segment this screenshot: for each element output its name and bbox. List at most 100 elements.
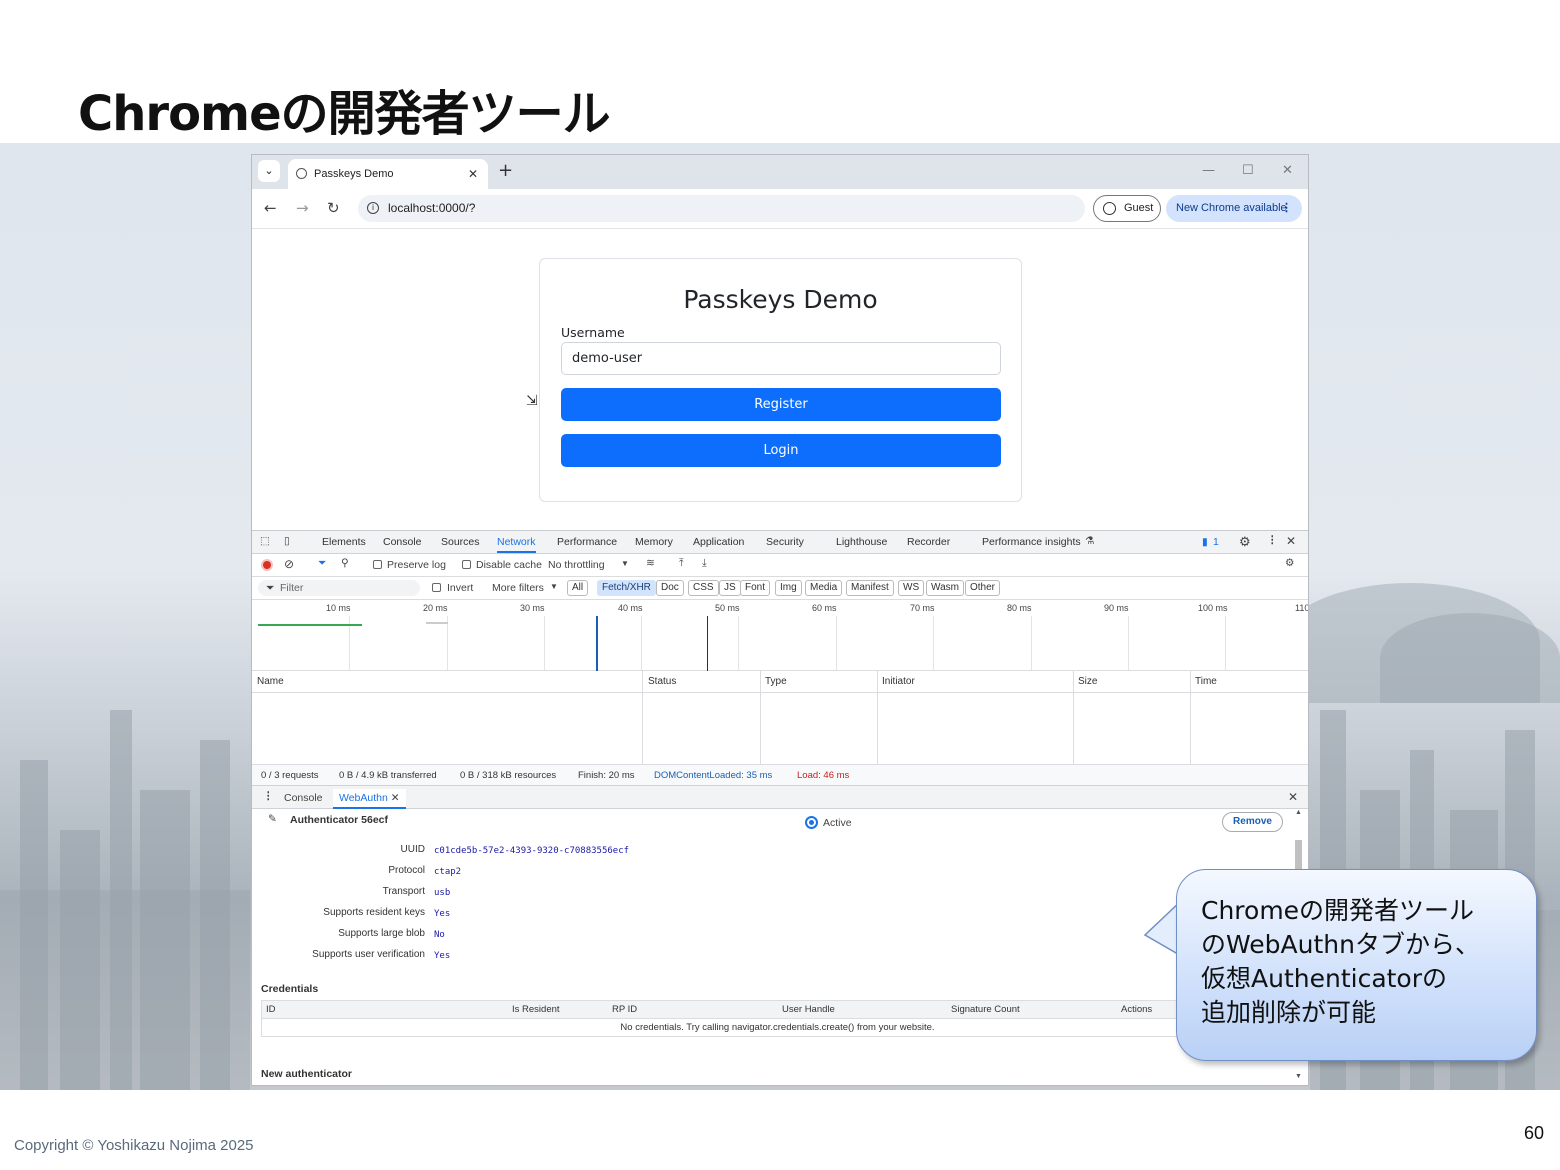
filter-ws[interactable]: WS [898, 580, 925, 596]
username-input[interactable]: demo-user [561, 342, 1001, 375]
timeline-tick: 20 ms [423, 603, 448, 613]
network-conditions-icon[interactable]: ≋ [646, 557, 655, 569]
tab-search-dropdown-icon[interactable]: ⌄ [258, 160, 280, 182]
filter-font[interactable]: Font [740, 580, 771, 596]
credentials-heading: Credentials [261, 983, 319, 995]
search-icon[interactable]: ⚲ [341, 557, 349, 569]
tab-memory[interactable]: Memory [635, 536, 673, 548]
new-tab-button[interactable]: + [498, 160, 513, 181]
close-drawer-icon[interactable]: ✕ [1288, 790, 1298, 804]
inspect-element-icon[interactable]: ⬚ [260, 535, 270, 547]
disable-cache-checkbox[interactable] [462, 560, 471, 569]
drawer-menu-icon[interactable]: ⋮ [263, 790, 274, 802]
column-name[interactable]: Name [257, 676, 284, 687]
tab-performance[interactable]: Performance [557, 536, 617, 548]
site-info-icon[interactable]: i [367, 202, 379, 214]
url-text: localhost:0000/? [388, 201, 476, 215]
edit-pencil-icon[interactable]: ✎ [268, 813, 277, 825]
login-button[interactable]: Login [561, 434, 1001, 467]
column-initiator[interactable]: Initiator [882, 676, 915, 687]
filter-wasm[interactable]: Wasm [926, 580, 964, 596]
back-icon[interactable]: ← [264, 199, 277, 217]
filter-doc[interactable]: Doc [656, 580, 684, 596]
minimize-icon[interactable]: — [1202, 163, 1215, 178]
close-tab-icon[interactable]: ✕ [468, 159, 478, 189]
device-toolbar-icon[interactable]: ▯ [284, 535, 290, 547]
filter-css[interactable]: CSS [688, 580, 719, 596]
column-type[interactable]: Type [765, 676, 787, 687]
timeline-tick: 80 ms [1007, 603, 1032, 613]
tab-recorder[interactable]: Recorder [907, 536, 950, 548]
update-label: New Chrome available [1176, 202, 1287, 214]
invert-checkbox[interactable] [432, 583, 441, 592]
tab-application[interactable]: Application [693, 536, 744, 548]
drawer-tab-webauthn[interactable]: WebAuthn ✕ [333, 789, 406, 809]
maximize-icon[interactable]: ☐ [1242, 163, 1254, 178]
filter-other[interactable]: Other [965, 580, 1001, 596]
drawer-tab-console[interactable]: Console [284, 792, 323, 804]
preserve-log-checkbox[interactable] [373, 560, 382, 569]
filter-fetch-xhr[interactable]: Fetch/XHR [597, 580, 656, 596]
network-settings-icon[interactable]: ⚙ [1285, 557, 1294, 569]
tab-sources[interactable]: Sources [441, 536, 480, 548]
filter-funnel-icon[interactable]: ⏷ [318, 557, 326, 570]
flask-icon: ⚗ [1085, 535, 1095, 547]
tab-security[interactable]: Security [766, 536, 804, 548]
scroll-down-icon[interactable]: ▼ [1295, 1073, 1302, 1080]
dom-content-loaded-marker [596, 616, 598, 671]
requests-count: 0 / 3 requests [261, 770, 319, 781]
tab-network[interactable]: Network [497, 536, 536, 553]
property-key: Transport [382, 886, 425, 897]
property-key: UUID [400, 844, 425, 855]
record-icon[interactable] [261, 559, 273, 571]
forward-icon[interactable]: → [296, 199, 309, 217]
network-status-bar: 0 / 3 requests 0 B / 4.9 kB transferred … [252, 765, 1308, 786]
filter-bar: ⏷ Filter Invert More filters ▼ All Fetch… [252, 577, 1308, 600]
globe-icon [296, 168, 307, 179]
column-status[interactable]: Status [648, 676, 676, 687]
close-window-icon[interactable]: ✕ [1282, 163, 1293, 178]
more-menu-icon[interactable]: ⋮ [1281, 195, 1292, 222]
reload-icon[interactable]: ↻ [327, 199, 340, 217]
filter-media[interactable]: Media [805, 580, 843, 596]
register-button[interactable]: Register [561, 388, 1001, 421]
throttling-select[interactable]: No throttling [548, 559, 605, 571]
network-overview-timeline[interactable]: 10 ms 20 ms 30 ms 40 ms 50 ms 60 ms 70 m… [252, 600, 1308, 671]
active-radio[interactable] [805, 816, 818, 829]
close-devtools-icon[interactable]: ✕ [1286, 534, 1296, 548]
more-filters-dropdown-icon[interactable]: ▼ [550, 582, 558, 591]
tab-console[interactable]: Console [383, 536, 422, 548]
import-har-icon[interactable]: ⤒ [679, 557, 684, 570]
clear-icon[interactable]: ⊘ [284, 557, 294, 571]
tab-performance-insights[interactable]: Performance insights [982, 536, 1081, 548]
browser-tab[interactable]: Passkeys Demo ✕ [288, 159, 488, 189]
tab-lighthouse[interactable]: Lighthouse [836, 536, 887, 548]
column-time[interactable]: Time [1195, 676, 1217, 687]
scrollbar-thumb[interactable] [1295, 840, 1302, 870]
address-bar[interactable]: i localhost:0000/? [358, 195, 1085, 222]
close-webauthn-tab-icon[interactable]: ✕ [391, 792, 400, 804]
scroll-up-icon[interactable]: ▲ [1295, 809, 1302, 816]
page-viewport: ⇲ Passkeys Demo Username demo-user Regis… [252, 230, 1308, 530]
column-size[interactable]: Size [1078, 676, 1097, 687]
finish-time: Finish: 20 ms [578, 770, 635, 781]
filter-all[interactable]: All [567, 580, 589, 596]
filter-js[interactable]: JS [719, 580, 741, 596]
filter-input[interactable]: ⏷ Filter [258, 580, 420, 596]
throttling-dropdown-icon[interactable]: ▼ [621, 559, 629, 568]
tab-elements[interactable]: Elements [322, 536, 366, 548]
update-chrome-button[interactable]: New Chrome available ⋮ [1166, 195, 1302, 222]
remove-authenticator-button[interactable]: Remove [1222, 812, 1283, 832]
settings-gear-icon[interactable]: ⚙ [1239, 534, 1251, 550]
guest-profile-button[interactable]: Guest [1093, 195, 1161, 222]
filter-img[interactable]: Img [775, 580, 802, 596]
more-filters-button[interactable]: More filters [492, 582, 544, 594]
devtools-more-icon[interactable]: ⋮ [1267, 534, 1278, 546]
credentials-empty-message: No credentials. Try calling navigator.cr… [620, 1022, 935, 1033]
slide-title: Chromeの開発者ツール [78, 86, 611, 142]
export-har-icon[interactable]: ⤓ [702, 557, 707, 570]
username-label: Username [561, 325, 625, 340]
filter-manifest[interactable]: Manifest [846, 580, 894, 596]
issues-icon[interactable]: ▮ [1202, 536, 1208, 548]
filter-icon: ⏷ [266, 582, 275, 594]
